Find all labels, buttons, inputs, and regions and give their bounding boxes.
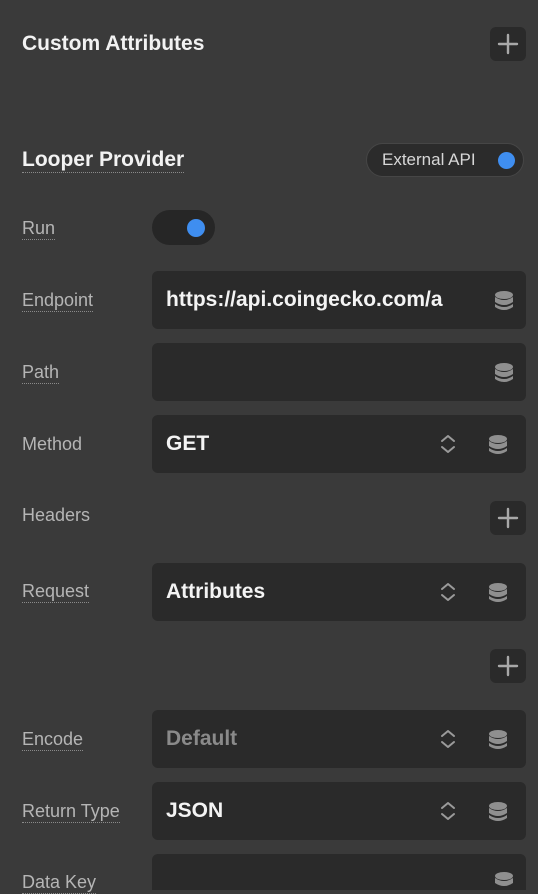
request-value: Attributes [166,580,266,603]
database-icon[interactable] [488,801,508,823]
run-toggle[interactable] [152,210,215,245]
database-icon[interactable] [488,434,508,456]
chevron-updown-icon [441,730,455,748]
chevron-updown-icon [441,583,455,601]
path-label: Path [22,362,60,384]
plus-icon [497,507,519,529]
encode-label: Encode [22,729,84,751]
return-type-select[interactable]: JSON [152,782,526,840]
add-custom-attribute-button[interactable] [490,27,526,61]
toggle-knob [187,219,205,237]
run-label: Run [22,218,56,240]
custom-attributes-title: Custom Attributes [22,32,205,55]
request-select[interactable]: Attributes [152,563,526,621]
data-key-field[interactable] [152,854,526,890]
return-type-label: Return Type [22,801,120,823]
external-api-pill[interactable]: External API [366,143,524,177]
plus-icon [497,655,519,677]
plus-icon [497,33,519,55]
database-icon[interactable] [488,729,508,751]
chevron-updown-icon [441,802,455,820]
endpoint-label: Endpoint [22,290,94,312]
add-request-attribute-button[interactable] [490,649,526,683]
chevron-updown-icon [441,435,455,453]
external-api-label: External API [382,150,476,169]
endpoint-field[interactable]: https://api.coingecko.com/a [152,271,526,329]
encode-select[interactable]: Default [152,710,526,768]
encode-value: Default [166,727,238,750]
database-icon[interactable] [488,582,508,604]
endpoint-value: https://api.coingecko.com/a [166,288,443,311]
status-dot [498,152,515,169]
looper-provider-title: Looper Provider [22,148,185,173]
path-field[interactable] [152,343,526,401]
database-icon[interactable] [494,362,514,384]
add-header-button[interactable] [490,501,526,535]
database-icon[interactable] [494,871,514,890]
method-value: GET [166,432,210,455]
method-select[interactable]: GET [152,415,526,473]
headers-label: Headers [22,505,91,525]
database-icon[interactable] [494,290,514,312]
method-label: Method [22,434,83,454]
request-label: Request [22,581,90,603]
return-type-value: JSON [166,799,224,822]
